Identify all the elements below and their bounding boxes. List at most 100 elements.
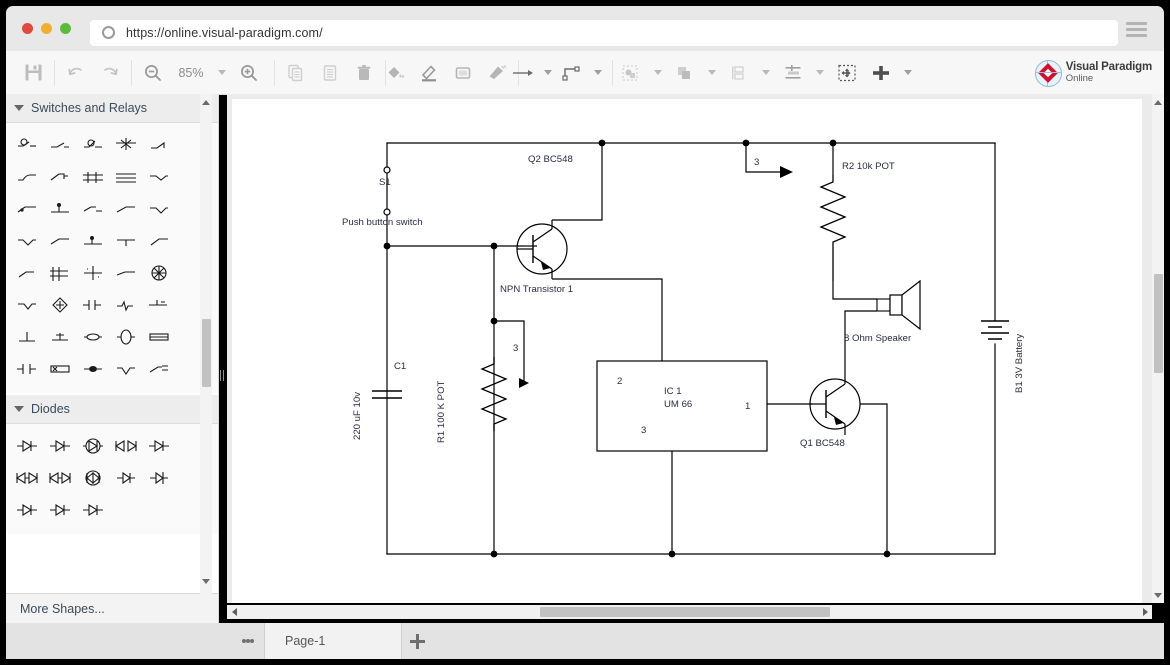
shape-item-switch[interactable] <box>43 161 76 193</box>
arrange-dropdown[interactable] <box>702 51 722 94</box>
copy-button[interactable] <box>279 51 313 94</box>
align-button[interactable] <box>776 51 810 94</box>
shape-item-diode[interactable] <box>10 462 43 494</box>
zoom-in-button[interactable] <box>232 51 266 94</box>
delete-button[interactable] <box>347 51 381 94</box>
shape-item-switch[interactable] <box>43 225 76 257</box>
align-dropdown[interactable] <box>810 51 830 94</box>
shape-item-diode[interactable] <box>10 430 43 462</box>
shape-item-switch[interactable] <box>10 289 43 321</box>
shape-item-switch[interactable] <box>142 353 175 385</box>
shape-item-switch[interactable] <box>10 257 43 289</box>
group-dropdown[interactable] <box>756 51 776 94</box>
shape-item-switch[interactable] <box>109 129 142 161</box>
shape-item-switch[interactable] <box>76 321 109 353</box>
more-shapes-button[interactable]: More Shapes... <box>6 593 218 623</box>
maximize-window-button[interactable] <box>60 23 71 34</box>
line-color-button[interactable] <box>412 51 446 94</box>
shape-item-diode[interactable] <box>109 430 142 462</box>
shape-item-switch[interactable] <box>10 161 43 193</box>
fill-color-button[interactable] <box>378 51 412 94</box>
shape-item-diode[interactable] <box>76 462 109 494</box>
shape-item-diode[interactable] <box>43 462 76 494</box>
straight-connector-button[interactable] <box>508 51 538 94</box>
shape-item-diode[interactable] <box>76 430 109 462</box>
shape-item-diode[interactable] <box>142 462 175 494</box>
shape-item-switch[interactable] <box>10 225 43 257</box>
diagram-canvas[interactable]: S1 Push button switch <box>227 94 1152 603</box>
shape-item-switch[interactable] <box>76 353 109 385</box>
fit-to-content-button[interactable] <box>830 51 864 94</box>
hamburger-menu-icon[interactable] <box>1126 22 1147 37</box>
scroll-down-button[interactable] <box>1153 589 1163 601</box>
group-button[interactable] <box>722 51 756 94</box>
orthogonal-connector-dropdown[interactable] <box>588 51 608 94</box>
scrollbar-thumb[interactable] <box>1154 274 1163 373</box>
straight-connector-dropdown[interactable] <box>538 51 558 94</box>
shape-item-switch[interactable] <box>142 129 175 161</box>
shape-item-switch[interactable] <box>76 257 109 289</box>
panel-collapse-handle[interactable] <box>218 368 226 382</box>
add-shape-dropdown[interactable] <box>898 51 918 94</box>
shape-item-switch[interactable] <box>142 161 175 193</box>
paste-button[interactable] <box>313 51 347 94</box>
shape-item-switch[interactable] <box>109 193 142 225</box>
address-bar[interactable]: https://online.visual-paradigm.com/ <box>90 20 1118 46</box>
sidebar-group-switches-and-relays[interactable]: Switches and Relays <box>6 94 218 123</box>
shape-item-switch[interactable] <box>43 193 76 225</box>
shape-item-switch[interactable] <box>109 321 142 353</box>
shape-item-switch[interactable] <box>142 225 175 257</box>
shape-item-diode[interactable] <box>109 462 142 494</box>
shape-item-diode[interactable] <box>76 494 109 526</box>
add-page-button[interactable] <box>402 623 433 659</box>
shape-item-switch[interactable] <box>76 193 109 225</box>
shape-item-switch[interactable] <box>109 257 142 289</box>
shape-item-switch[interactable] <box>142 193 175 225</box>
shape-item-switch[interactable] <box>43 257 76 289</box>
scrollbar-thumb[interactable] <box>540 607 830 617</box>
zoom-out-button[interactable] <box>136 51 170 94</box>
save-button[interactable] <box>16 51 50 94</box>
zoom-dropdown-button[interactable] <box>212 51 232 94</box>
diagram-paper[interactable]: S1 Push button switch <box>232 99 1142 603</box>
shape-item-switch[interactable] <box>109 289 142 321</box>
selection-button[interactable] <box>614 51 648 94</box>
shape-item-switch[interactable] <box>109 353 142 385</box>
page-options-icon[interactable] <box>232 623 264 659</box>
shape-item-switch[interactable] <box>76 225 109 257</box>
minimize-window-button[interactable] <box>41 23 52 34</box>
shape-item-switch[interactable] <box>43 289 76 321</box>
shape-style-button[interactable] <box>446 51 480 94</box>
shape-item-switch[interactable] <box>43 129 76 161</box>
shape-item-switch[interactable] <box>43 321 76 353</box>
shape-item-switch[interactable] <box>43 353 76 385</box>
shape-item-switch[interactable] <box>10 353 43 385</box>
undo-button[interactable] <box>59 51 93 94</box>
scroll-left-button[interactable] <box>229 607 239 617</box>
shape-item-diode[interactable] <box>142 430 175 462</box>
shape-item-switch[interactable] <box>10 321 43 353</box>
close-window-button[interactable] <box>22 23 33 34</box>
scroll-right-button[interactable] <box>1140 607 1150 617</box>
scrollbar-thumb[interactable] <box>202 319 211 387</box>
sidebar-group-diodes[interactable]: Diodes <box>6 395 218 424</box>
shape-item-diode[interactable] <box>43 494 76 526</box>
shape-item-switch[interactable] <box>76 289 109 321</box>
shape-item-diode[interactable] <box>43 430 76 462</box>
scroll-up-button[interactable] <box>1153 96 1163 108</box>
shape-item-switch[interactable] <box>10 129 43 161</box>
orthogonal-connector-button[interactable] <box>558 51 588 94</box>
shape-item-switch[interactable] <box>142 321 175 353</box>
canvas-vertical-scrollbar[interactable] <box>1152 94 1164 603</box>
page-tab-page-1[interactable]: Page-1 <box>264 623 402 659</box>
shape-item-switch[interactable] <box>109 225 142 257</box>
shape-item-diode[interactable] <box>10 494 43 526</box>
shape-item-switch[interactable] <box>109 161 142 193</box>
scroll-down-button[interactable] <box>201 575 211 587</box>
add-shape-button[interactable] <box>864 51 898 94</box>
shape-item-switch[interactable] <box>142 289 175 321</box>
shape-item-switch[interactable] <box>10 193 43 225</box>
shape-item-switch[interactable] <box>76 161 109 193</box>
scroll-up-button[interactable] <box>201 96 211 108</box>
shapes-panel-scrollbar[interactable] <box>200 94 212 623</box>
